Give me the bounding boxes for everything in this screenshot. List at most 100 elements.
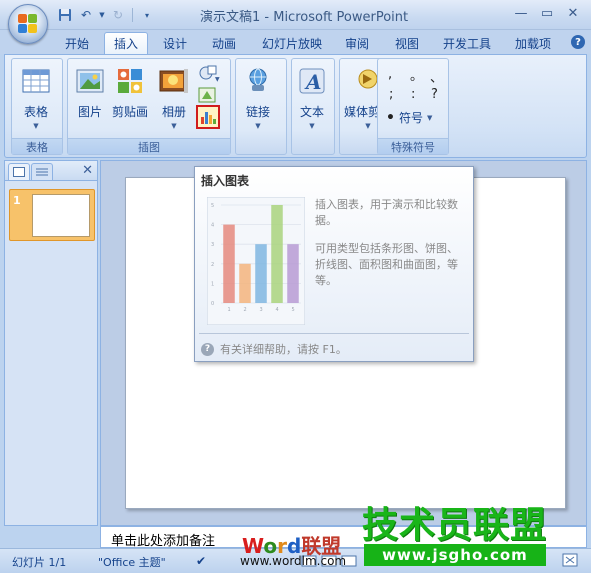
album-button-label: 相册: [161, 105, 186, 119]
wordlm-url: www.wordlm.com: [240, 554, 347, 568]
symbol-button-label: 符号: [398, 111, 423, 125]
tooltip-desc-1: 插入图表，用于演示和比较数据。: [315, 198, 458, 227]
photo-album-icon: [159, 69, 188, 93]
qat-separator: [132, 8, 133, 22]
chart-y-tick-label: 3: [211, 242, 214, 248]
chart-bar: [255, 244, 267, 303]
picture-button-label: 图片: [77, 105, 102, 119]
symbol-semicolon[interactable]: ;: [389, 87, 393, 102]
smartart-icon: [198, 87, 216, 103]
title-bar: ↶ ▼ ↻ ▾ 演示文稿1 - Microsoft PowerPoint — ▭…: [0, 0, 591, 30]
theme-name: "Office 主题": [98, 556, 166, 569]
tab-review[interactable]: 审阅: [338, 32, 376, 54]
close-pane-icon[interactable]: ✕: [82, 163, 93, 178]
tab-animations[interactable]: 动画: [205, 32, 243, 54]
group-links: 链接 ▼: [235, 58, 287, 155]
chart-button[interactable]: [196, 105, 220, 129]
tooltip-desc-2: 可用类型包括条形图、饼图、折线图、面积图和曲面图，等等。: [315, 242, 458, 287]
tab-design[interactable]: 设计: [156, 32, 194, 54]
chart-bar: [239, 263, 251, 303]
undo-dropdown-icon[interactable]: ▼: [98, 6, 106, 24]
symbol-button[interactable]: • 符号 ▼: [386, 109, 432, 126]
symbol-enumeration-comma[interactable]: 、: [430, 67, 443, 86]
chart-x-tick-label: 2: [244, 307, 247, 313]
group-illustrations: 图片 剪贴画 相册 ▼ ▼ 插图: [67, 58, 231, 155]
group-symbols: , 。 、 ; : ? • 符号 ▼ 特殊符号: [377, 58, 449, 155]
album-button[interactable]: 相册 ▼: [158, 65, 190, 130]
chart-x-tick-label: 1: [228, 307, 231, 313]
close-icon[interactable]: ✕: [563, 4, 583, 22]
minimize-icon[interactable]: —: [511, 4, 531, 22]
shapes-button[interactable]: ▼: [198, 63, 220, 83]
text-button[interactable]: A 文本 ▼: [296, 65, 328, 130]
save-icon[interactable]: [56, 6, 74, 24]
symbol-comma[interactable]: ,: [388, 67, 392, 82]
chart-x-tick-label: 3: [260, 307, 263, 313]
help-icon[interactable]: ?: [571, 35, 585, 49]
tooltip-title: 插入图表: [201, 174, 250, 188]
tab-addins[interactable]: 加载项: [508, 32, 558, 54]
chart-y-tick-label: 4: [211, 223, 214, 229]
redo-icon[interactable]: ↻: [109, 6, 127, 24]
tab-developer[interactable]: 开发工具: [436, 32, 498, 54]
jsgho-url: www.jsgho.com: [364, 544, 546, 566]
chart-y-tick-label: 1: [211, 281, 214, 287]
maximize-icon[interactable]: ▭: [537, 4, 557, 22]
clipart-button[interactable]: 剪贴画: [112, 65, 148, 120]
text-icon: A: [299, 68, 325, 94]
table-button-label: 表格: [23, 105, 48, 119]
spellcheck-icon[interactable]: ✔: [196, 554, 206, 568]
jsgho-watermark: 技术员联盟: [362, 505, 548, 546]
tooltip-description: 插入图表，用于演示和比较数据。 可用类型包括条形图、饼图、折线图、面积图和曲面图…: [315, 197, 465, 289]
chart-bar: [271, 205, 283, 303]
window-title: 演示文稿1 - Microsoft PowerPoint: [200, 10, 409, 25]
slide-thumbnail-item[interactable]: 1: [9, 189, 95, 241]
chevron-down-icon: ▼: [255, 122, 261, 130]
fit-window-icon[interactable]: [562, 553, 578, 570]
symbol-bullet: •: [386, 109, 395, 126]
customize-qat-icon[interactable]: ▾: [138, 6, 156, 24]
chart-tooltip: 插入图表 0 1 2 3 4 5 1 2 3 4 5 插入图表，用于演示和比较数据。 可用类型包括条…: [194, 166, 474, 362]
window-controls: — ▭ ✕: [511, 4, 583, 22]
office-button[interactable]: [8, 4, 48, 44]
picture-icon: [76, 69, 104, 93]
table-icon: [22, 69, 50, 93]
chart-icon: [201, 112, 216, 124]
symbol-question[interactable]: ?: [431, 87, 438, 102]
group-table: 表格 ▼ 表格: [11, 58, 63, 155]
group-label-table: 表格: [12, 138, 62, 154]
smartart-button[interactable]: [198, 87, 216, 103]
chart-bar: [287, 244, 299, 303]
text-button-label: 文本: [299, 105, 324, 119]
slides-pane-tabs: ✕: [5, 161, 97, 181]
tooltip-separator: [199, 333, 469, 334]
symbol-period[interactable]: 。: [410, 65, 423, 84]
tab-insert[interactable]: 插入: [104, 32, 148, 54]
tab-view[interactable]: 视图: [388, 32, 426, 54]
shapes-icon: ▼: [199, 65, 220, 83]
clipart-icon: [118, 69, 142, 93]
tooltip-help: ? 有关详细帮助，请按 F1。: [201, 341, 347, 357]
undo-icon[interactable]: ↶: [77, 6, 95, 24]
links-button[interactable]: 链接 ▼: [242, 65, 274, 130]
ribbon-tabs: 开始 插入 设计 动画 幻灯片放映 审阅 视图 开发工具 加载项: [0, 30, 591, 54]
slide-counter: 幻灯片 1/1: [12, 556, 67, 569]
picture-button[interactable]: 图片: [74, 65, 106, 120]
group-text: A 文本 ▼: [291, 58, 335, 155]
chart-x-tick-label: 4: [276, 307, 279, 313]
svg-text:A: A: [304, 70, 322, 94]
office-logo-icon: [18, 14, 38, 34]
quick-access-toolbar: ↶ ▼ ↻ ▾: [56, 6, 156, 24]
chart-y-tick-label: 0: [211, 301, 214, 307]
chevron-down-icon: ▼: [171, 122, 177, 130]
svg-text:▼: ▼: [215, 76, 220, 83]
tooltip-help-text: 有关详细帮助，请按 F1。: [220, 343, 347, 356]
tab-slideshow[interactable]: 幻灯片放映: [254, 32, 330, 54]
chart-bar: [223, 224, 235, 303]
tab-home[interactable]: 开始: [58, 32, 96, 54]
table-button[interactable]: 表格 ▼: [20, 65, 52, 130]
chevron-down-icon: ▼: [33, 122, 39, 130]
symbol-colon[interactable]: :: [411, 87, 415, 102]
tab-outline[interactable]: [31, 163, 53, 180]
tab-slides[interactable]: [8, 163, 30, 180]
